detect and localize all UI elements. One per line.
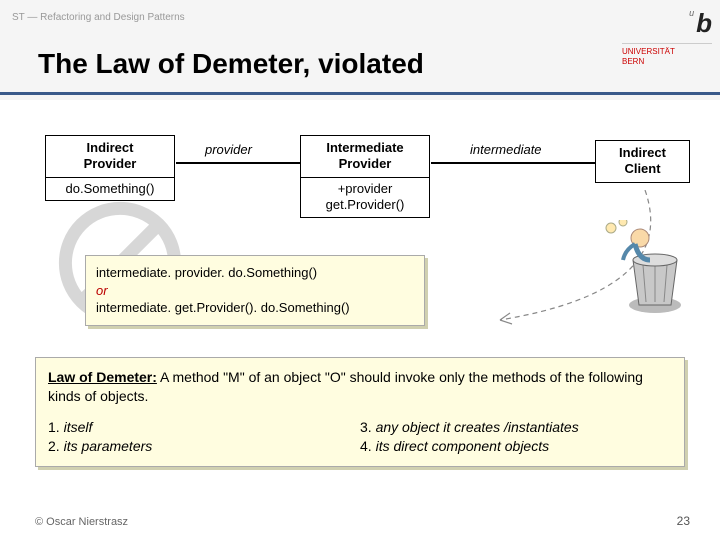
copyright: © Oscar Nierstrasz [35, 516, 128, 528]
trash-can-illustration [605, 220, 695, 320]
header-bar: ST — Refactoring and Design Patterns The… [0, 0, 720, 100]
uni-line2: BERN [622, 57, 712, 67]
law-title: Law of Demeter: [48, 369, 157, 385]
code-line-2: intermediate. get.Provider(). do.Somethi… [96, 299, 414, 317]
university-logo: ub UNIVERSITÄT BERN [622, 8, 712, 66]
uml-box-indirect-client: Indirect Client [595, 140, 690, 183]
topic-label: ST — Refactoring and Design Patterns [12, 12, 185, 23]
code-line-1: intermediate. provider. do.Something() [96, 264, 414, 282]
code-or: or [96, 282, 414, 300]
law-col-right: 3. any object it creates /instantiates 4… [360, 418, 672, 456]
law-n1: 1. [48, 419, 64, 435]
uml-box-indirect-provider: Indirect Provider do.Something() [45, 135, 175, 201]
page-number: 23 [677, 514, 690, 528]
law-t4: its direct component objects [376, 438, 550, 454]
title-underline [0, 92, 720, 95]
law-n4: 4. [360, 438, 376, 454]
uml-box2-name: Intermediate Provider [301, 136, 429, 178]
uml-box2-body: +provider get.Provider() [301, 178, 429, 218]
law-n3: 3. [360, 419, 376, 435]
law-t3: any object it creates /instantiates [376, 419, 579, 435]
page-title: The Law of Demeter, violated [38, 48, 424, 80]
connector-2 [431, 162, 595, 164]
law-n2: 2. [48, 438, 64, 454]
uml-box1-name: Indirect Provider [46, 136, 174, 178]
law-t2: its parameters [64, 438, 153, 454]
logo-superscript: u [689, 8, 694, 18]
law-intro: Law of Demeter: A method "M" of an objec… [48, 368, 672, 406]
code-example-box: intermediate. provider. do.Something() o… [85, 255, 425, 326]
law-of-demeter-box: Law of Demeter: A method "M" of an objec… [35, 357, 685, 467]
connector-label-intermediate: intermediate [470, 142, 542, 157]
uml-box1-method: do.Something() [46, 178, 174, 201]
uml-box2-attr: +provider [309, 181, 421, 198]
uml-box3-name: Indirect Client [596, 141, 689, 182]
law-col-left: 1. itself 2. its parameters [48, 418, 360, 456]
connector-label-provider: provider [205, 142, 252, 157]
uml-box2-method: get.Provider() [309, 197, 421, 214]
connector-1 [176, 162, 300, 164]
uml-box-intermediate-provider: Intermediate Provider +provider get.Prov… [300, 135, 430, 218]
uni-line1: UNIVERSITÄT [622, 47, 712, 57]
logo-letter: b [696, 8, 712, 38]
law-t1: itself [64, 419, 93, 435]
